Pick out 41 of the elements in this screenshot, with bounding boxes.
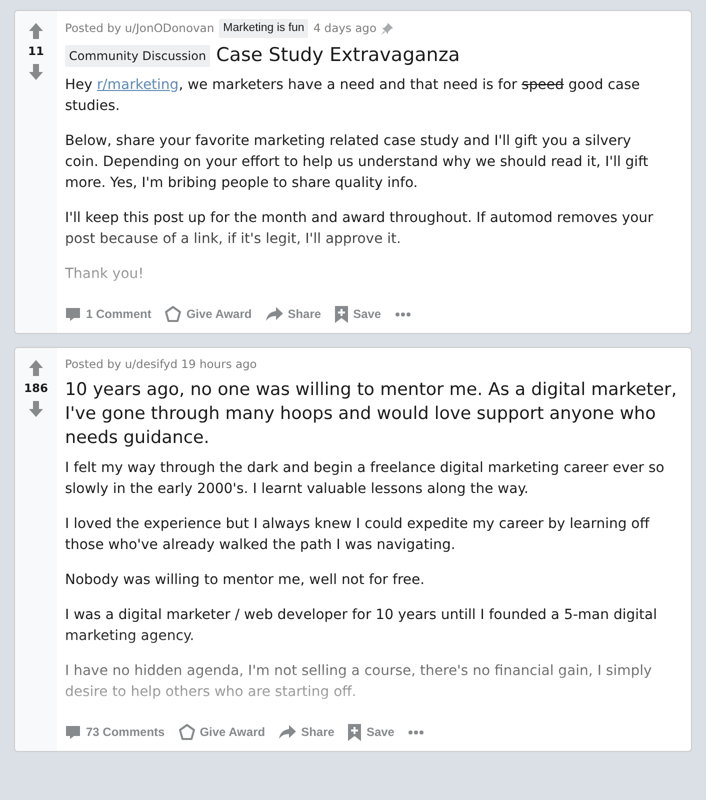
give-award-button[interactable]: Give Award: [178, 723, 266, 742]
give-award-button[interactable]: Give Award: [165, 305, 252, 324]
user-flair: Marketing is fun: [219, 19, 308, 38]
more-icon[interactable]: [395, 312, 412, 317]
paragraph: Hey r/marketing, we marketers have a need and that need is for speed good case studies.: [65, 76, 641, 116]
vote-count: 186: [24, 380, 48, 398]
post-flair: Community Discussion: [65, 44, 210, 67]
post-title[interactable]: 10 years ago, no one was willing to mentor me. As a digital marketer, I've gone through many hoops and would love support anyone who needs guidance.: [65, 379, 683, 450]
share-icon: [266, 306, 283, 322]
downvote-icon[interactable]: [29, 64, 43, 80]
award-icon: [178, 724, 195, 740]
save-button[interactable]: Save: [335, 305, 382, 324]
post-time: 4 days ago: [313, 20, 376, 37]
upvote-icon[interactable]: [29, 360, 43, 376]
bookmark-icon: [348, 724, 362, 741]
comment-icon: [65, 724, 81, 740]
bookmark-icon: [335, 306, 348, 323]
paragraph: I have no hidden agenda, I'm not selling a course, there's no financial gain, I simply desire to help others who are starting off.: [65, 662, 653, 702]
paragraph: Thank you!: [65, 265, 145, 284]
upvote-icon[interactable]: [29, 23, 43, 39]
paragraph: I was a digital marketer / web developer for 10 years untill I founded a 5-man digital marketing agency.: [65, 606, 658, 646]
share-button[interactable]: Share: [266, 305, 322, 324]
post-title[interactable]: Case Study Extravaganza: [216, 44, 460, 68]
save-button[interactable]: Save: [348, 723, 394, 742]
comments-button[interactable]: 1 Comment: [65, 305, 152, 324]
award-icon: [165, 306, 182, 322]
subreddit-link[interactable]: r/marketing: [96, 77, 179, 94]
vote-count: 11: [28, 43, 44, 60]
paragraph: Nobody was willing to mentor me, well not for free.: [65, 571, 426, 590]
paragraph: Below, share your favorite marketing related case study and I'll gift you a silvery coin. Depending on your effort to help us understand why we should read it, I'll gift more. Yes, I'm bribing people to share quality info.: [65, 132, 650, 194]
downvote-icon[interactable]: [29, 401, 43, 418]
comment-icon: [65, 306, 81, 322]
more-icon[interactable]: [408, 730, 424, 735]
share-button[interactable]: Share: [279, 723, 334, 742]
paragraph: I loved the experience but I always knew I could expedite my career by learning off those who've already walked the path I was navigating.: [65, 515, 651, 556]
paragraph: I'll keep this post up for the month and award throughout. If automod removes your post because of a link, if it's legit, I'll approve it.: [65, 209, 654, 250]
comments-button[interactable]: 73 Comments: [65, 723, 165, 742]
paragraph: I felt my way through the dark and begin a freelance digital marketing career ever so slowly in the early 2000's. I learnt valuable lessons along the way.: [65, 459, 665, 500]
share-icon: [279, 724, 296, 740]
post-meta: Posted by u/desifyd 19 hours ago: [65, 356, 257, 374]
post-meta: Posted by u/JonODonovan: [65, 20, 214, 37]
